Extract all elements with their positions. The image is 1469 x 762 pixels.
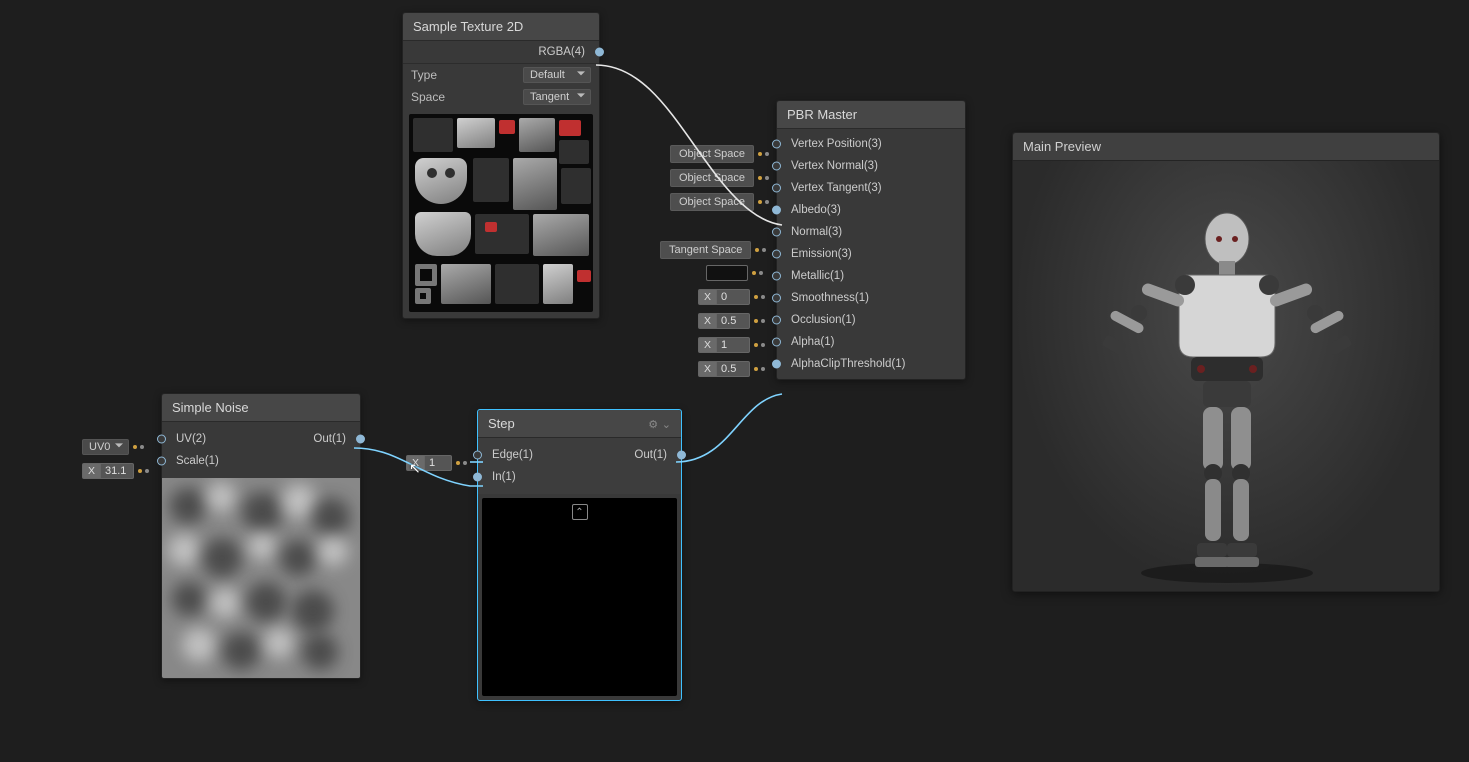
port-occlusion[interactable]: Occlusion(1)	[777, 309, 965, 331]
port-noise-out[interactable]: Out(1)	[305, 428, 360, 450]
port-emission[interactable]: Emission(3)	[777, 243, 965, 265]
panel-title: Main Preview	[1023, 139, 1101, 154]
port-edge-in[interactable]: Edge(1)	[478, 444, 541, 466]
node-simple-noise[interactable]: Simple Noise UV(2) Scale(1) Out(1)	[161, 393, 361, 679]
node-header[interactable]: PBR Master	[777, 101, 965, 129]
color-swatch-icon[interactable]	[706, 265, 748, 281]
preview-viewport[interactable]	[1013, 161, 1439, 591]
connector-dots-icon	[754, 319, 765, 323]
chip-obj-space-1[interactable]: Object Space	[670, 145, 769, 163]
uv-selector[interactable]: UV0	[82, 439, 144, 455]
port-dot-icon[interactable]	[772, 206, 781, 215]
gear-icon: ⚙	[648, 419, 658, 431]
dropdown-type[interactable]: Default	[523, 67, 591, 83]
edge-input[interactable]: X 1	[406, 455, 467, 471]
port-dot-icon[interactable]	[772, 272, 781, 281]
port-dot-icon[interactable]	[772, 360, 781, 369]
port-dot-icon[interactable]	[772, 316, 781, 325]
emission-swatch[interactable]	[706, 265, 763, 281]
node-title: PBR Master	[787, 107, 857, 122]
port-step-out[interactable]: Out(1)	[626, 444, 681, 466]
port-dot-icon[interactable]	[595, 48, 604, 57]
node-title: Simple Noise	[172, 400, 249, 415]
metallic-input[interactable]: X 0	[698, 289, 765, 305]
connector-dots-icon	[456, 461, 467, 465]
connector-dots-icon	[758, 200, 769, 204]
node-settings[interactable]: ⚙ ⌄	[648, 416, 671, 431]
port-dot-icon[interactable]	[772, 140, 781, 149]
port-dot-icon[interactable]	[356, 435, 365, 444]
port-vertex-tangent[interactable]: Vertex Tangent(3)	[777, 177, 965, 199]
node-step[interactable]: Step ⚙ ⌄ Edge(1) In(1) Out(1) ⌃	[477, 409, 682, 701]
port-dot-icon[interactable]	[157, 457, 166, 466]
connector-dots-icon	[758, 152, 769, 156]
port-dot-icon[interactable]	[473, 473, 482, 482]
dropdown-space[interactable]: Tangent	[523, 89, 591, 105]
connector-dots-icon	[755, 248, 766, 252]
chip-obj-space-3[interactable]: Object Space	[670, 193, 769, 211]
node-header[interactable]: Step ⚙ ⌄	[478, 410, 681, 438]
occlusion-input[interactable]: X 1	[698, 337, 765, 353]
port-dot-icon[interactable]	[473, 451, 482, 460]
connector-dots-icon	[138, 469, 149, 473]
port-dot-icon[interactable]	[772, 184, 781, 193]
port-in-in[interactable]: In(1)	[478, 466, 541, 488]
robot-preview-icon	[1013, 161, 1439, 591]
port-dot-icon[interactable]	[772, 228, 781, 237]
node-header[interactable]: Sample Texture 2D	[403, 13, 599, 41]
smoothness-input[interactable]: X 0.5	[698, 313, 765, 329]
field-type: Type Default	[403, 64, 599, 86]
port-normal[interactable]: Normal(3)	[777, 221, 965, 243]
alpha-input[interactable]: X 0.5	[698, 361, 765, 377]
node-header[interactable]: Simple Noise	[162, 394, 360, 422]
panel-main-preview[interactable]: Main Preview	[1012, 132, 1440, 592]
port-metallic[interactable]: Metallic(1)	[777, 265, 965, 287]
panel-header[interactable]: Main Preview	[1013, 133, 1439, 161]
port-dot-icon[interactable]	[157, 435, 166, 444]
port-dot-icon[interactable]	[772, 338, 781, 347]
chevron-down-icon: ⌄	[662, 419, 671, 431]
port-dot-icon[interactable]	[677, 451, 686, 460]
node-title: Sample Texture 2D	[413, 19, 523, 34]
noise-preview	[162, 478, 360, 678]
field-space: Space Tangent	[403, 86, 599, 108]
connector-dots-icon	[754, 343, 765, 347]
port-dot-icon[interactable]	[772, 162, 781, 171]
port-vertex-normal[interactable]: Vertex Normal(3)	[777, 155, 965, 177]
chip-obj-space-2[interactable]: Object Space	[670, 169, 769, 187]
step-preview: ⌃	[482, 498, 677, 696]
port-alpha-clip[interactable]: AlphaClipThreshold(1)	[777, 353, 965, 375]
port-uv-in[interactable]: UV(2)	[162, 428, 227, 450]
port-smoothness[interactable]: Smoothness(1)	[777, 287, 965, 309]
port-alpha[interactable]: Alpha(1)	[777, 331, 965, 353]
texture-atlas-preview	[409, 114, 593, 312]
scale-input[interactable]: X 31.1	[82, 463, 149, 479]
connector-dots-icon	[752, 271, 763, 275]
node-pbr-master[interactable]: PBR Master Vertex Position(3) Vertex Nor…	[776, 100, 966, 380]
chip-tangent-space[interactable]: Tangent Space	[660, 241, 766, 259]
port-dot-icon[interactable]	[772, 294, 781, 303]
port-vertex-position[interactable]: Vertex Position(3)	[777, 133, 965, 155]
connector-dots-icon	[758, 176, 769, 180]
port-scale-in[interactable]: Scale(1)	[162, 450, 227, 472]
connector-dots-icon	[133, 445, 144, 449]
port-dot-icon[interactable]	[772, 250, 781, 259]
node-title: Step	[488, 416, 515, 431]
chevron-up-icon[interactable]: ⌃	[572, 504, 588, 520]
connector-dots-icon	[754, 295, 765, 299]
node-sample-texture-2d[interactable]: Sample Texture 2D RGBA(4) Type Default S…	[402, 12, 600, 319]
port-albedo[interactable]: Albedo(3)	[777, 199, 965, 221]
connector-dots-icon	[754, 367, 765, 371]
port-rgba-out[interactable]: RGBA(4)	[403, 41, 599, 63]
